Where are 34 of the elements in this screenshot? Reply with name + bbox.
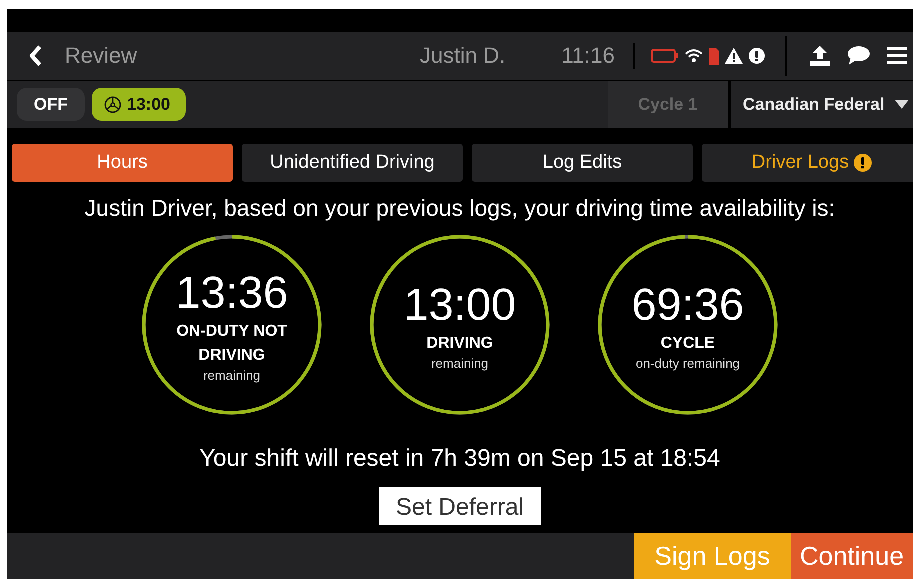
- tab[interactable]: Unidentified Driving: [242, 144, 463, 182]
- availability-message: Justin Driver, based on your previous logs, your driving time availability is:: [84, 195, 836, 222]
- sim-card-icon: [709, 48, 719, 64]
- duty-status-button[interactable]: 13:00: [92, 88, 186, 121]
- wifi-icon: [685, 49, 703, 63]
- caret-icon: [894, 100, 909, 109]
- steering-wheel-icon: [104, 96, 122, 114]
- back-label[interactable]: Review: [65, 43, 138, 69]
- clock-label: ON-DUTY NOT DRIVING: [176, 322, 288, 366]
- clock-time: 11:16: [562, 43, 615, 69]
- clock-sublabel: on-duty remaining: [636, 356, 740, 370]
- time-remaining: 13:00: [404, 280, 516, 330]
- upload-icon[interactable]: [809, 45, 831, 67]
- chat-icon[interactable]: [847, 46, 871, 66]
- shift-reset-text: Your shift will reset in 7h 39m on Sep 15 at 18:54: [200, 445, 720, 473]
- clock-sublabel: remaining: [431, 356, 489, 370]
- set-deferral-button[interactable]: Set Deferral: [379, 487, 541, 525]
- continue-button[interactable]: Continue: [791, 533, 913, 579]
- tab[interactable]: Log Edits: [472, 144, 693, 182]
- duty-status-button[interactable]: OFF: [17, 88, 85, 121]
- clock-label: DRIVING: [426, 334, 494, 354]
- driver-name: Justin D.: [420, 43, 506, 69]
- tab[interactable]: Driver Logs: [702, 144, 913, 182]
- alert-icon: [854, 154, 872, 172]
- time-remaining: 69:36: [632, 280, 744, 330]
- clock-label: CYCLE: [660, 334, 716, 354]
- clock-sublabel: remaining: [203, 368, 261, 382]
- tab[interactable]: Hours: [12, 144, 233, 182]
- menu-icon[interactable]: [887, 47, 907, 65]
- battery-icon: [651, 48, 679, 64]
- alert-icon: [749, 48, 765, 64]
- time-remaining: 13:36: [176, 268, 288, 318]
- back-icon[interactable]: [29, 45, 43, 67]
- warning-icon: [725, 48, 743, 64]
